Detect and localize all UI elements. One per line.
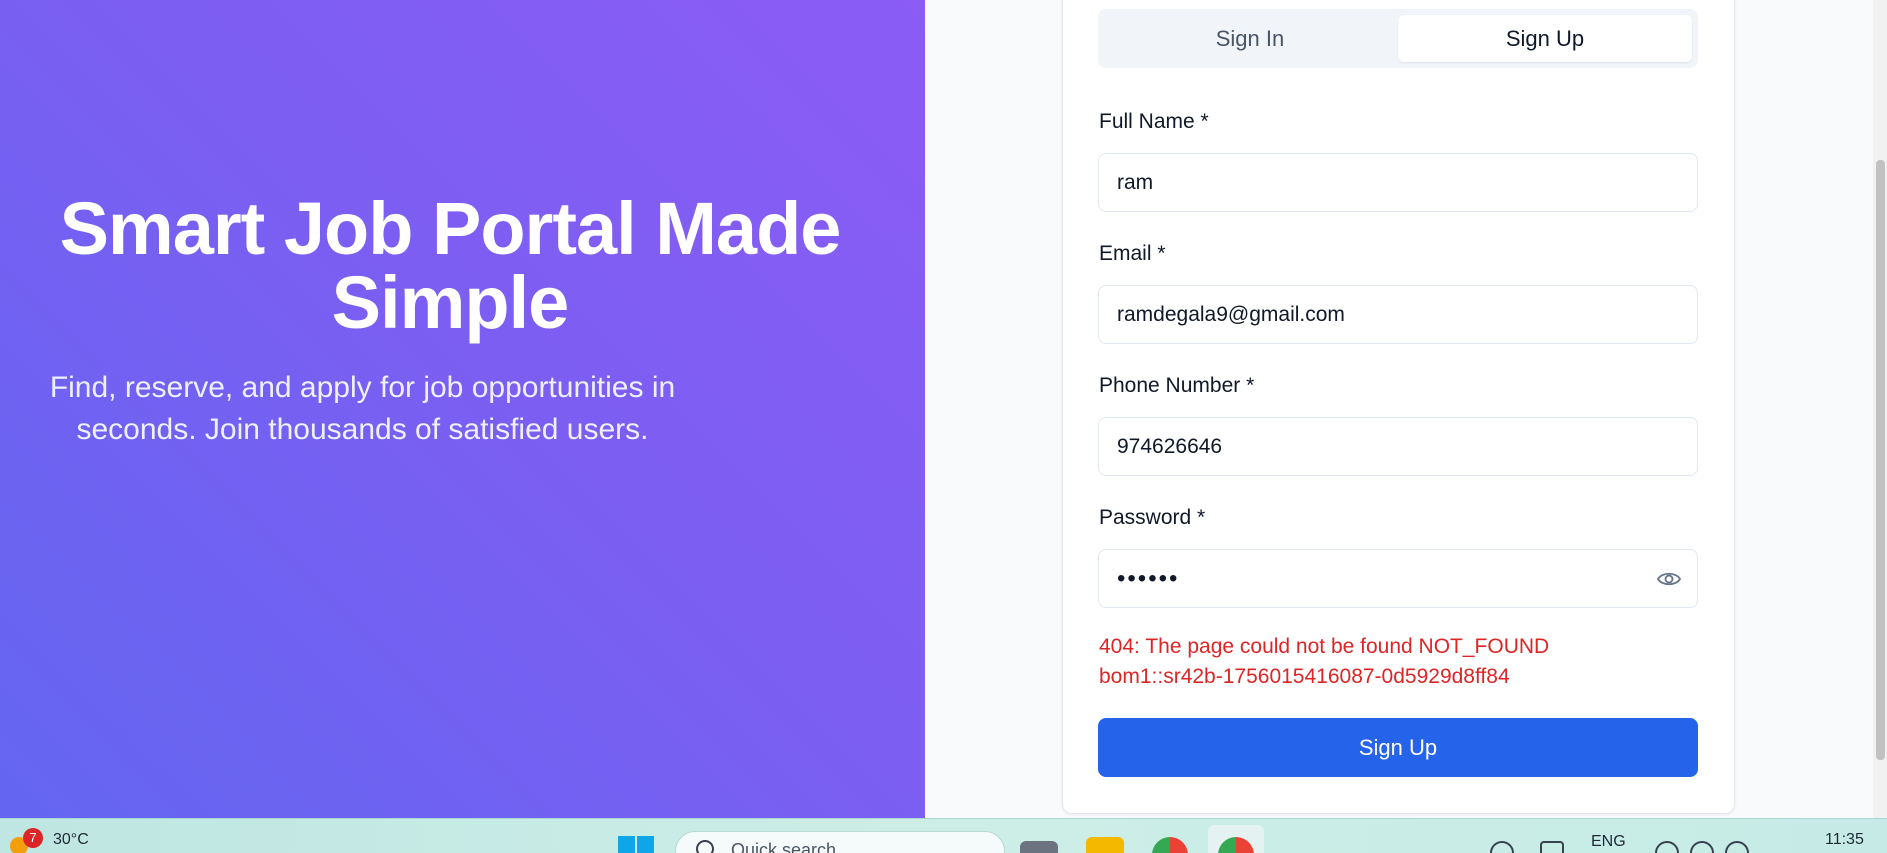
wifi-icon[interactable] <box>1655 841 1679 853</box>
battery-icon[interactable] <box>1725 841 1749 853</box>
taskbar: 7 30°C Quick search ENG 11:35 <box>0 818 1887 853</box>
hero-panel: Smart Job Portal Made Simple Find, reser… <box>0 0 925 818</box>
language-indicator[interactable]: ENG <box>1591 833 1626 851</box>
email-input[interactable] <box>1098 285 1698 344</box>
tray-display-icon[interactable] <box>1540 841 1564 853</box>
taskbar-app-icon[interactable] <box>1020 841 1058 853</box>
scrollbar-thumb[interactable] <box>1876 160 1885 760</box>
tray-network-icon[interactable] <box>1490 841 1514 853</box>
volume-icon[interactable] <box>1690 841 1714 853</box>
password-input[interactable] <box>1098 549 1698 608</box>
hero-subtitle: Find, reserve, and apply for job opportu… <box>49 371 676 446</box>
clock[interactable]: 11:35 <box>1825 831 1864 849</box>
phone-label: Phone Number * <box>1099 374 1255 397</box>
search-icon <box>696 840 714 853</box>
error-message: 404: The page could not be found NOT_FOU… <box>1099 632 1699 692</box>
tab-sign-in[interactable]: Sign In <box>1103 15 1397 62</box>
hero-title: Smart Job Portal Made Simple <box>59 187 842 344</box>
windows-start-icon[interactable] <box>618 836 656 853</box>
password-label: Password * <box>1099 506 1206 529</box>
taskbar-search-placeholder: Quick search <box>731 840 837 853</box>
full-name-label: Full Name * <box>1099 110 1209 133</box>
file-explorer-icon[interactable] <box>1086 837 1124 853</box>
error-line-1: 404: The page could not be found NOT_FOU… <box>1099 635 1550 658</box>
auth-tabs: Sign In Sign Up <box>1098 9 1698 68</box>
weather-badge: 7 <box>23 828 43 848</box>
tab-sign-up[interactable]: Sign Up <box>1398 15 1692 62</box>
phone-input[interactable] <box>1098 417 1698 476</box>
error-line-2: bom1::sr42b-1756015416087-0d5929d8ff84 <box>1099 665 1510 688</box>
temperature-label[interactable]: 30°C <box>53 831 89 849</box>
sign-up-button[interactable]: Sign Up <box>1098 718 1698 777</box>
show-password-eye-icon[interactable] <box>1656 568 1682 590</box>
full-name-input[interactable] <box>1098 153 1698 212</box>
chrome-icon[interactable] <box>1152 837 1188 853</box>
email-label: Email * <box>1099 242 1166 265</box>
taskbar-search[interactable]: Quick search <box>675 831 1005 853</box>
